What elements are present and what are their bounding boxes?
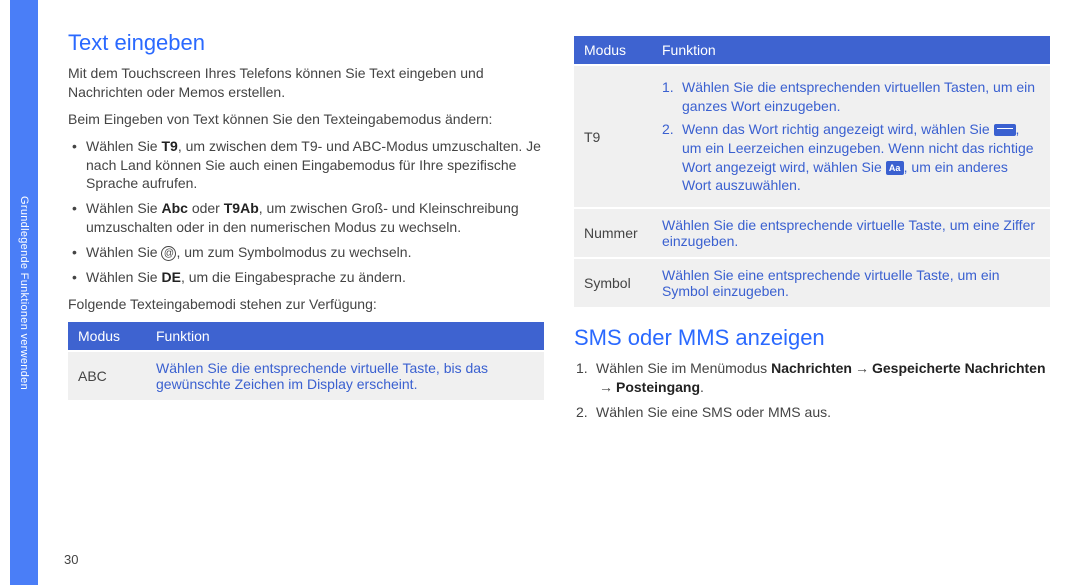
bold-de: DE	[161, 269, 180, 285]
text: Wählen Sie	[86, 269, 161, 285]
th-funktion: Funktion	[652, 36, 1050, 65]
cell-func: Wählen Sie eine entsprechende virtuelle …	[652, 258, 1050, 307]
text: Wählen Sie im Menümodus	[596, 360, 771, 376]
aa-icon: Aa	[886, 161, 904, 175]
list-item: Wählen Sie Abc oder T9Ab, um zwischen Gr…	[68, 199, 544, 237]
cell-mode: Nummer	[574, 208, 652, 258]
text: .	[700, 379, 704, 395]
th-modus: Modus	[574, 36, 652, 65]
bold-posteingang: Posteingang	[616, 379, 700, 395]
text: Wenn das Wort richtig angezeigt wird, wä…	[682, 121, 994, 137]
available-note: Folgende Texteingabemodi stehen zur Verf…	[68, 295, 544, 314]
th-funktion: Funktion	[146, 322, 544, 351]
mode-table-left: Modus Funktion ABC Wählen Sie die entspr…	[68, 322, 544, 400]
right-column: Modus Funktion T9 Wählen Sie die entspre…	[574, 30, 1050, 565]
bullet-list: Wählen Sie T9, um zwischen dem T9- und A…	[68, 137, 544, 287]
table-row: Symbol Wählen Sie eine entsprechende vir…	[574, 258, 1050, 307]
cell-func: Wählen Sie die entsprechende virtuelle T…	[146, 351, 544, 400]
intro-paragraph: Mit dem Touchscreen Ihres Telefons könne…	[68, 64, 544, 102]
list-item: Wählen Sie @, um zum Symbolmodus zu wech…	[68, 243, 544, 262]
steps-list: Wählen Sie im Menümodus Nachrichten→Gesp…	[574, 359, 1050, 422]
list-item: Wählen Sie T9, um zwischen dem T9- und A…	[68, 137, 544, 194]
cell-mode: ABC	[68, 351, 146, 400]
cell-func: Wählen Sie die entsprechenden virtuellen…	[652, 65, 1050, 208]
page-body: Text eingeben Mit dem Touchscreen Ihres …	[38, 0, 1080, 585]
sub-step: Wählen Sie die entsprechenden virtuellen…	[662, 78, 1040, 116]
bold-t9ab: T9Ab	[224, 200, 259, 216]
cell-mode: Symbol	[574, 258, 652, 307]
table-row: ABC Wählen Sie die entsprechende virtuel…	[68, 351, 544, 400]
at-icon: @	[161, 246, 176, 261]
space-icon	[994, 124, 1016, 136]
heading-sms-mms: SMS oder MMS anzeigen	[574, 325, 1050, 351]
side-tab: Grundlegende Funktionen verwenden	[10, 0, 38, 585]
text: , um zum Symbolmodus zu wechseln.	[176, 244, 411, 260]
text: Wählen Sie	[86, 138, 161, 154]
sub-step: Wenn das Wort richtig angezeigt wird, wä…	[662, 120, 1040, 196]
side-tab-label: Grundlegende Funktionen verwenden	[18, 196, 30, 390]
cell-func: Wählen Sie die entsprechende virtuelle T…	[652, 208, 1050, 258]
page-number: 30	[64, 552, 78, 567]
bold-nachrichten: Nachrichten	[771, 360, 852, 376]
text: Wählen Sie	[86, 244, 161, 260]
mode-table-right: Modus Funktion T9 Wählen Sie die entspre…	[574, 36, 1050, 307]
list-item: Wählen Sie eine SMS oder MMS aus.	[574, 403, 1050, 422]
text: Wählen Sie	[86, 200, 161, 216]
th-modus: Modus	[68, 322, 146, 351]
text: , um die Eingabesprache zu ändern.	[181, 269, 406, 285]
bold-gespeicherte: Gespeicherte Nachrichten	[872, 360, 1046, 376]
arrow-icon: →	[596, 378, 616, 397]
list-item: Wählen Sie DE, um die Eingabesprache zu …	[68, 268, 544, 287]
bold-abc: Abc	[161, 200, 187, 216]
text: oder	[188, 200, 224, 216]
cell-mode: T9	[574, 65, 652, 208]
bold-t9: T9	[161, 138, 177, 154]
arrow-icon: →	[852, 359, 872, 378]
mode-note: Beim Eingeben von Text können Sie den Te…	[68, 110, 544, 129]
table-row: T9 Wählen Sie die entsprechenden virtuel…	[574, 65, 1050, 208]
list-item: Wählen Sie im Menümodus Nachrichten→Gesp…	[574, 359, 1050, 397]
table-row: Nummer Wählen Sie die entsprechende virt…	[574, 208, 1050, 258]
heading-text-eingeben: Text eingeben	[68, 30, 544, 56]
left-column: Text eingeben Mit dem Touchscreen Ihres …	[68, 30, 544, 565]
